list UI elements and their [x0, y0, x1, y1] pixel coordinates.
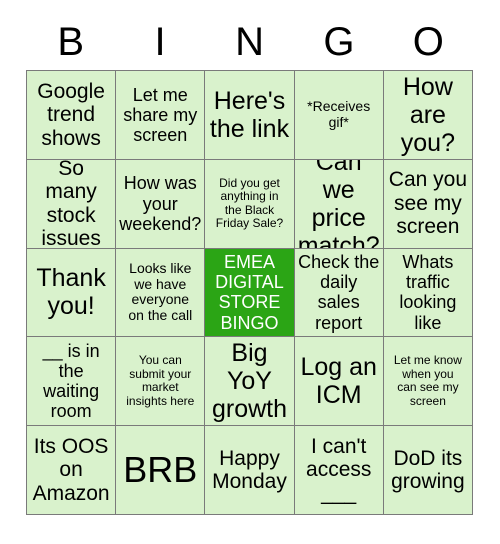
bingo-cell[interactable]: So many stock issues	[27, 159, 117, 249]
bingo-header: B I N G O	[26, 14, 473, 70]
bingo-cell[interactable]: Let me know when you can see my screen	[383, 337, 473, 427]
bingo-cell-label: Thank you!	[36, 264, 106, 321]
header-letter-n: N	[235, 20, 264, 64]
bingo-cell-label: Check the daily sales report	[298, 252, 380, 333]
bingo-cell-label: Happy Monday	[212, 446, 287, 494]
bingo-cell-label: Its OOS on Amazon	[32, 434, 110, 505]
bingo-card: B I N G O Google trend shows Let me share…	[0, 0, 500, 544]
bingo-cell-label: Here's the link	[209, 86, 290, 143]
bingo-cell[interactable]: Here's the link	[205, 71, 295, 160]
bingo-cell[interactable]: __ is in the waiting room	[27, 337, 117, 427]
bingo-cell-label: Did you get anything in the Black Friday…	[215, 175, 284, 231]
bingo-cell[interactable]: *Receives gif*	[294, 71, 384, 160]
bingo-cell[interactable]: Check the daily sales report	[294, 248, 384, 338]
bingo-cell[interactable]: Thank you!	[27, 248, 117, 338]
bingo-cell[interactable]: Did you get anything in the Black Friday…	[205, 159, 295, 249]
bingo-cell-label: Looks like we have everyone on the call	[128, 260, 193, 324]
bingo-cell[interactable]: Whats traffic looking like	[383, 248, 473, 338]
bingo-cell-label: You can submit your market insights here	[126, 353, 195, 408]
bingo-cell-label: Can we price match?	[297, 159, 380, 249]
bingo-cell-label: Big YoY growth	[211, 339, 288, 424]
bingo-cell-label: EMEA DIGITAL STORE BINGO	[215, 252, 284, 333]
bingo-cell[interactable]: DoD its growing	[383, 426, 473, 515]
bingo-cell[interactable]: Log an ICM	[294, 337, 384, 427]
bingo-cell[interactable]: Big YoY growth	[205, 337, 295, 427]
bingo-cell-label: Can you see my screen	[388, 168, 467, 239]
bingo-cell[interactable]: Happy Monday	[205, 426, 295, 515]
bingo-cell-label: *Receives gif*	[307, 98, 371, 130]
bingo-cell[interactable]: Looks like we have everyone on the call	[116, 248, 206, 338]
bingo-cell[interactable]: Its OOS on Amazon	[27, 426, 117, 515]
bingo-cell[interactable]: How was your weekend?	[116, 159, 206, 249]
bingo-cell[interactable]: You can submit your market insights here	[116, 337, 206, 427]
bingo-cell[interactable]: Google trend shows	[27, 71, 117, 160]
header-letter-o: O	[412, 20, 444, 64]
header-letter-b: B	[57, 20, 85, 64]
bingo-cell[interactable]: Let me share my screen	[116, 71, 206, 160]
header-letter-g: G	[323, 20, 355, 64]
bingo-cell-label: BRB	[123, 448, 198, 490]
header-letter-i: I	[154, 20, 166, 64]
bingo-grid: Google trend shows Let me share my screen…	[26, 70, 473, 515]
bingo-cell-label: Let me know when you can see my screen	[393, 353, 462, 408]
bingo-cell[interactable]: Can you see my screen	[383, 159, 473, 249]
bingo-cell-label: __ is in the waiting room	[42, 340, 100, 422]
bingo-cell-label: I can't access ___	[306, 434, 372, 505]
bingo-cell[interactable]: Can we price match?	[294, 159, 384, 249]
bingo-free-space[interactable]: EMEA DIGITAL STORE BINGO	[205, 248, 295, 338]
bingo-cell[interactable]: I can't access ___	[294, 426, 384, 515]
bingo-cell-label: Let me share my screen	[123, 84, 198, 145]
bingo-cell-label: So many stock issues	[41, 159, 101, 249]
bingo-cell-label: Whats traffic looking like	[399, 252, 457, 333]
bingo-cell-label: Google trend shows	[37, 79, 105, 150]
bingo-cell-label: Log an ICM	[300, 353, 377, 410]
bingo-cell-label: How are you?	[400, 72, 455, 157]
bingo-cell-label: DoD its growing	[391, 446, 465, 494]
bingo-cell[interactable]: How are you?	[383, 71, 473, 160]
bingo-cell-label: How was your weekend?	[119, 173, 202, 234]
bingo-cell[interactable]: BRB	[116, 426, 206, 515]
